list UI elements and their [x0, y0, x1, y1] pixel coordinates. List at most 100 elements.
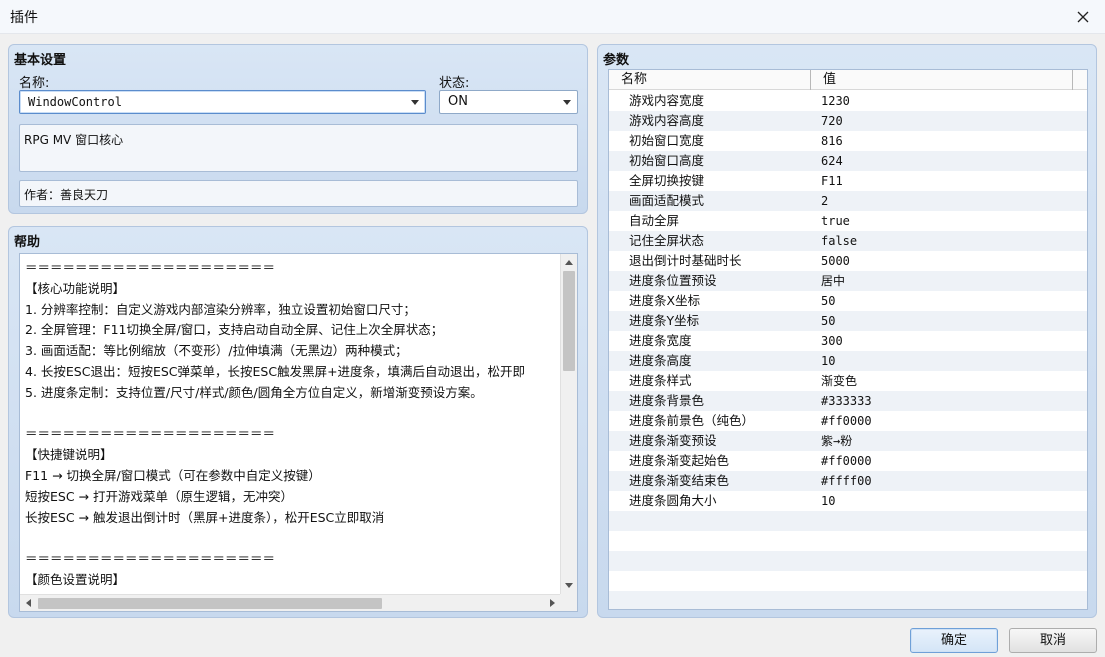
param-value: 居中	[821, 274, 846, 288]
ok-button[interactable]: 确定	[910, 628, 998, 653]
help-line	[25, 528, 557, 549]
param-value: 渐变色	[821, 374, 858, 388]
params-table: 名称 值 游戏内容宽度 1230 游戏内容高度 720 初始窗口宽度 816 初始窗口高度 6…	[608, 69, 1088, 610]
param-name: 游戏内容宽度	[629, 93, 705, 108]
scroll-up-icon[interactable]	[565, 260, 573, 265]
table-row[interactable]: 进度条背景色 #333333	[609, 391, 1087, 411]
param-value: 紫→粉	[821, 434, 853, 448]
status-select[interactable]: ON	[439, 90, 578, 114]
vertical-scrollbar[interactable]	[560, 254, 577, 594]
help-line: 5. 进度条定制：支持位置/尺寸/样式/颜色/圆角全方位自定义，新增渐变预设方案…	[25, 384, 483, 400]
help-line: ＝＝＝＝＝＝＝＝＝＝＝＝＝＝＝＝＝＝＝＝	[25, 426, 276, 442]
help-text-area[interactable]: ＝＝＝＝＝＝＝＝＝＝＝＝＝＝＝＝＝＝＝＝ 【核心功能说明】 1. 分辨率控制：自定义…	[19, 253, 578, 612]
param-name: 进度条渐变起始色	[629, 453, 730, 468]
horizontal-scroll-thumb[interactable]	[38, 598, 382, 609]
table-row[interactable]: 游戏内容高度 720	[609, 111, 1087, 131]
table-row[interactable]: 进度条X坐标 50	[609, 291, 1087, 311]
close-button[interactable]	[1061, 0, 1105, 34]
param-value: #ff0000	[821, 454, 872, 468]
param-value: 1230	[821, 94, 850, 108]
help-title: 帮助	[14, 235, 41, 250]
help-line: F11 → 切换全屏/窗口模式（可在参数中自定义按键）	[25, 467, 321, 483]
table-row[interactable]: 进度条渐变结束色 #ffff00	[609, 471, 1087, 491]
help-line: 短按ESC → 打开游戏菜单（原生逻辑，无冲突）	[25, 488, 293, 504]
status-label: 状态:	[439, 76, 470, 91]
param-value: 50	[821, 314, 836, 328]
params-title: 参数	[603, 53, 630, 68]
table-row[interactable]	[609, 531, 1087, 551]
table-row[interactable]: 进度条Y坐标 50	[609, 311, 1087, 331]
table-row[interactable]: 退出倒计时基础时长 5000	[609, 251, 1087, 271]
scroll-right-icon[interactable]	[550, 599, 555, 607]
column-header-value[interactable]: 值	[811, 70, 1073, 90]
help-panel: 帮助 ＝＝＝＝＝＝＝＝＝＝＝＝＝＝＝＝＝＝＝＝ 【核心功能说明】 1. 分辨率控制：…	[8, 226, 588, 618]
table-row[interactable]: 进度条渐变预设 紫→粉	[609, 431, 1087, 451]
chevron-down-icon	[411, 100, 419, 105]
scroll-left-icon[interactable]	[26, 599, 31, 607]
table-row[interactable]: 进度条高度 10	[609, 351, 1087, 371]
table-row[interactable]	[609, 511, 1087, 531]
help-line: 3. 画面适配：等比例缩放（不变形）/拉伸填满（无黑边）两种模式；	[25, 343, 408, 359]
vertical-scroll-thumb[interactable]	[563, 271, 575, 371]
table-row[interactable]: 进度条宽度 300	[609, 331, 1087, 351]
table-row[interactable]: 初始窗口宽度 816	[609, 131, 1087, 151]
param-name: 进度条渐变预设	[629, 433, 717, 448]
table-row[interactable]: 进度条前景色（纯色） #ff0000	[609, 411, 1087, 431]
help-line: 【快捷键说明】	[25, 447, 113, 463]
scroll-down-icon[interactable]	[565, 583, 573, 588]
param-name: 全屏切换按键	[629, 173, 705, 188]
param-name: 进度条前景色（纯色）	[629, 413, 755, 428]
param-name: 记住全屏状态	[629, 233, 705, 248]
param-name: 画面适配模式	[629, 193, 705, 208]
help-line: 1. 分辨率控制：自定义游戏内部渲染分辨率，独立设置初始窗口尺寸；	[25, 301, 416, 317]
param-name: 进度条宽度	[629, 333, 692, 348]
basic-settings-panel: 基本设置 名称: WindowControl 状态: ON RPG MV 窗口核…	[8, 44, 588, 214]
chevron-down-icon	[563, 100, 571, 105]
table-row[interactable]	[609, 551, 1087, 571]
param-name: 进度条Y坐标	[629, 313, 700, 328]
plugin-name-select[interactable]: WindowControl	[19, 90, 426, 114]
table-row[interactable]: 进度条样式 渐变色	[609, 371, 1087, 391]
table-row[interactable]: 进度条渐变起始色 #ff0000	[609, 451, 1087, 471]
scroll-corner	[560, 594, 577, 611]
table-row[interactable]	[609, 571, 1087, 591]
param-value: #333333	[821, 394, 872, 408]
table-row[interactable]: 游戏内容宽度 1230	[609, 91, 1087, 111]
basic-settings-title: 基本设置	[14, 53, 67, 68]
param-name: 进度条圆角大小	[629, 493, 717, 508]
param-name: 初始窗口宽度	[629, 133, 705, 148]
column-header-name[interactable]: 名称	[609, 70, 811, 90]
description-box[interactable]: RPG MV 窗口核心	[19, 124, 578, 172]
help-line: ＝＝＝＝＝＝＝＝＝＝＝＝＝＝＝＝＝＝＝＝	[25, 260, 276, 275]
table-row[interactable]: 记住全屏状态 false	[609, 231, 1087, 251]
table-row[interactable]: 初始窗口高度 624	[609, 151, 1087, 171]
plugin-name-value: WindowControl	[28, 95, 122, 109]
param-name: 进度条位置预设	[629, 273, 717, 288]
status-value: ON	[448, 94, 468, 109]
param-name: 进度条渐变结束色	[629, 473, 730, 488]
table-row[interactable]: 进度条位置预设 居中	[609, 271, 1087, 291]
param-value: false	[821, 234, 858, 248]
author-box[interactable]: 作者：善良天刀	[19, 180, 578, 207]
cancel-button[interactable]: 取消	[1009, 628, 1097, 653]
author-text: 作者：善良天刀	[24, 188, 109, 202]
table-row[interactable]: 自动全屏 true	[609, 211, 1087, 231]
param-value: 50	[821, 294, 836, 308]
params-panel: 参数 名称 值 游戏内容宽度 1230 游戏内容高度 720 初始窗口宽度 816 初始窗口…	[597, 44, 1097, 618]
table-row[interactable]: 全屏切换按键 F11	[609, 171, 1087, 191]
help-line: 2. 全屏管理：F11切换全屏/窗口，支持启动自动全屏、记住上次全屏状态；	[25, 322, 444, 338]
param-name: 进度条X坐标	[629, 293, 701, 308]
table-row[interactable]: 画面适配模式 2	[609, 191, 1087, 211]
horizontal-scrollbar[interactable]	[20, 594, 561, 611]
params-rows: 游戏内容宽度 1230 游戏内容高度 720 初始窗口宽度 816 初始窗口高度 624 全屏切…	[609, 91, 1087, 609]
param-name: 进度条背景色	[629, 393, 705, 408]
help-line: 长按ESC → 触发退出倒计时（黑屏+进度条），松开ESC立即取消	[25, 509, 385, 525]
name-label: 名称:	[19, 76, 50, 91]
param-name: 游戏内容高度	[629, 113, 705, 128]
table-row[interactable]	[609, 591, 1087, 609]
help-line: 4. 长按ESC退出：短按ESC弹菜单，长按ESC触发黑屏+进度条，填满后自动退…	[25, 363, 526, 379]
param-value: 5000	[821, 254, 850, 268]
help-line	[25, 404, 557, 425]
table-row[interactable]: 进度条圆角大小 10	[609, 491, 1087, 511]
help-line: 【核心功能说明】	[25, 280, 126, 296]
